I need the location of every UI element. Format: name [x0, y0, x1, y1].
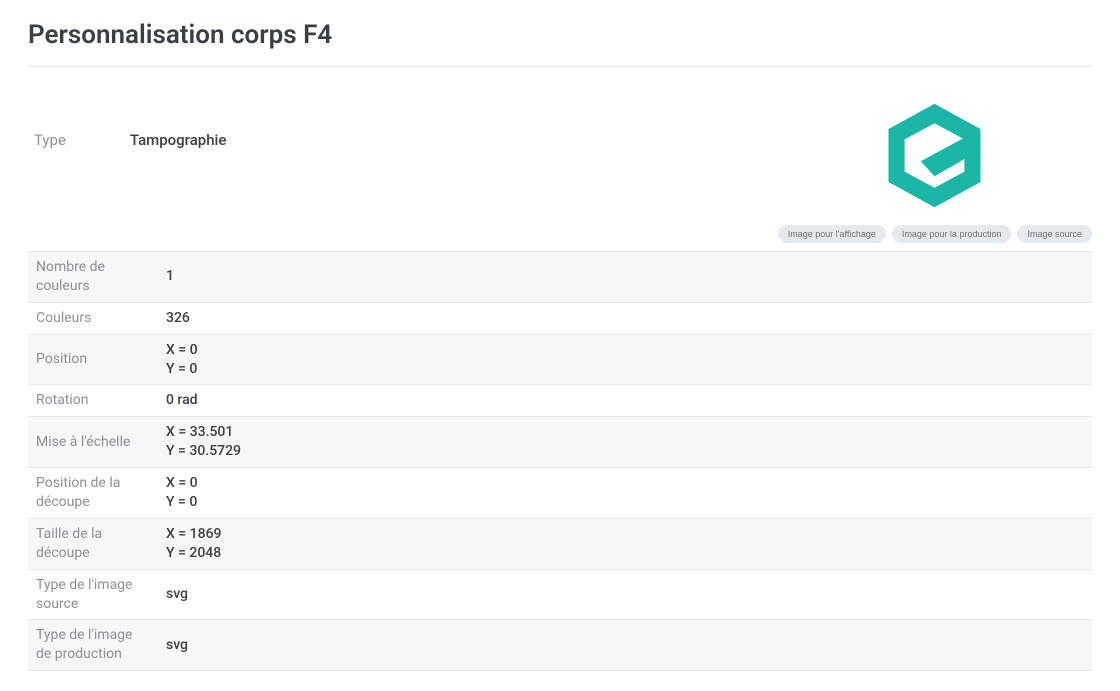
- type-row: Type Tampographie: [28, 95, 226, 185]
- table-row: Rotation0 rad: [28, 385, 1092, 417]
- table-row: Position de la découpeX = 0Y = 0: [28, 468, 1092, 519]
- row-label: Rotation: [28, 385, 158, 417]
- row-value-line: X = 1869: [166, 525, 1084, 544]
- row-value: 0 rad: [158, 385, 1092, 417]
- type-label: Type: [34, 131, 66, 149]
- pill-display-image[interactable]: Image pour l'affichage: [778, 225, 886, 243]
- table-row: PositionX = 0Y = 0: [28, 334, 1092, 385]
- row-value: X = 1869Y = 2048: [158, 518, 1092, 569]
- row-label: Position de la découpe: [28, 468, 158, 519]
- table-row: Type de l'image sourcesvg: [28, 569, 1092, 620]
- image-pills: Image pour l'affichage Image pour la pro…: [778, 225, 1092, 243]
- row-value-line: X = 33.501: [166, 423, 1084, 442]
- image-panel: Image pour l'affichage Image pour la pro…: [778, 95, 1092, 243]
- row-value-line: Y = 2048: [166, 544, 1084, 563]
- row-value: X = 33.501Y = 30.5729: [158, 417, 1092, 468]
- row-label: Type de l'image source: [28, 569, 158, 620]
- row-value: svg: [158, 620, 1092, 671]
- row-value-line: X = 0: [166, 474, 1084, 493]
- row-value: 326: [158, 302, 1092, 334]
- row-value: X = 0Y = 0: [158, 468, 1092, 519]
- table-row: Nombre de couleurs1: [28, 252, 1092, 303]
- table-row: Couleurs326: [28, 302, 1092, 334]
- logo-preview: [875, 95, 995, 215]
- top-section: Type Tampographie Image pour l'affichage…: [28, 75, 1092, 251]
- row-value-line: Y = 30.5729: [166, 442, 1084, 461]
- row-value: 1: [158, 252, 1092, 303]
- pill-source-image[interactable]: Image source: [1017, 225, 1092, 243]
- row-label: Taille de la découpe: [28, 518, 158, 569]
- row-label: Mise à l'échelle: [28, 417, 158, 468]
- table-row: Mise à l'échelleX = 33.501Y = 30.5729: [28, 417, 1092, 468]
- table-row: Taille de la découpeX = 1869Y = 2048: [28, 518, 1092, 569]
- type-value: Tampographie: [130, 131, 227, 149]
- page-title: Personnalisation corps F4: [28, 20, 1092, 67]
- row-label: Couleurs: [28, 302, 158, 334]
- table-row: Type de l'image de productionsvg: [28, 620, 1092, 671]
- row-label: Position: [28, 334, 158, 385]
- row-label: Nombre de couleurs: [28, 252, 158, 303]
- row-value-line: X = 0: [166, 341, 1084, 360]
- row-value: X = 0Y = 0: [158, 334, 1092, 385]
- row-value-line: Y = 0: [166, 493, 1084, 512]
- properties-table: Nombre de couleurs1Couleurs326PositionX …: [28, 251, 1092, 671]
- row-value-line: Y = 0: [166, 360, 1084, 379]
- logo-icon: [877, 98, 992, 213]
- row-label: Type de l'image de production: [28, 620, 158, 671]
- row-value: svg: [158, 569, 1092, 620]
- pill-production-image[interactable]: Image pour la production: [892, 225, 1012, 243]
